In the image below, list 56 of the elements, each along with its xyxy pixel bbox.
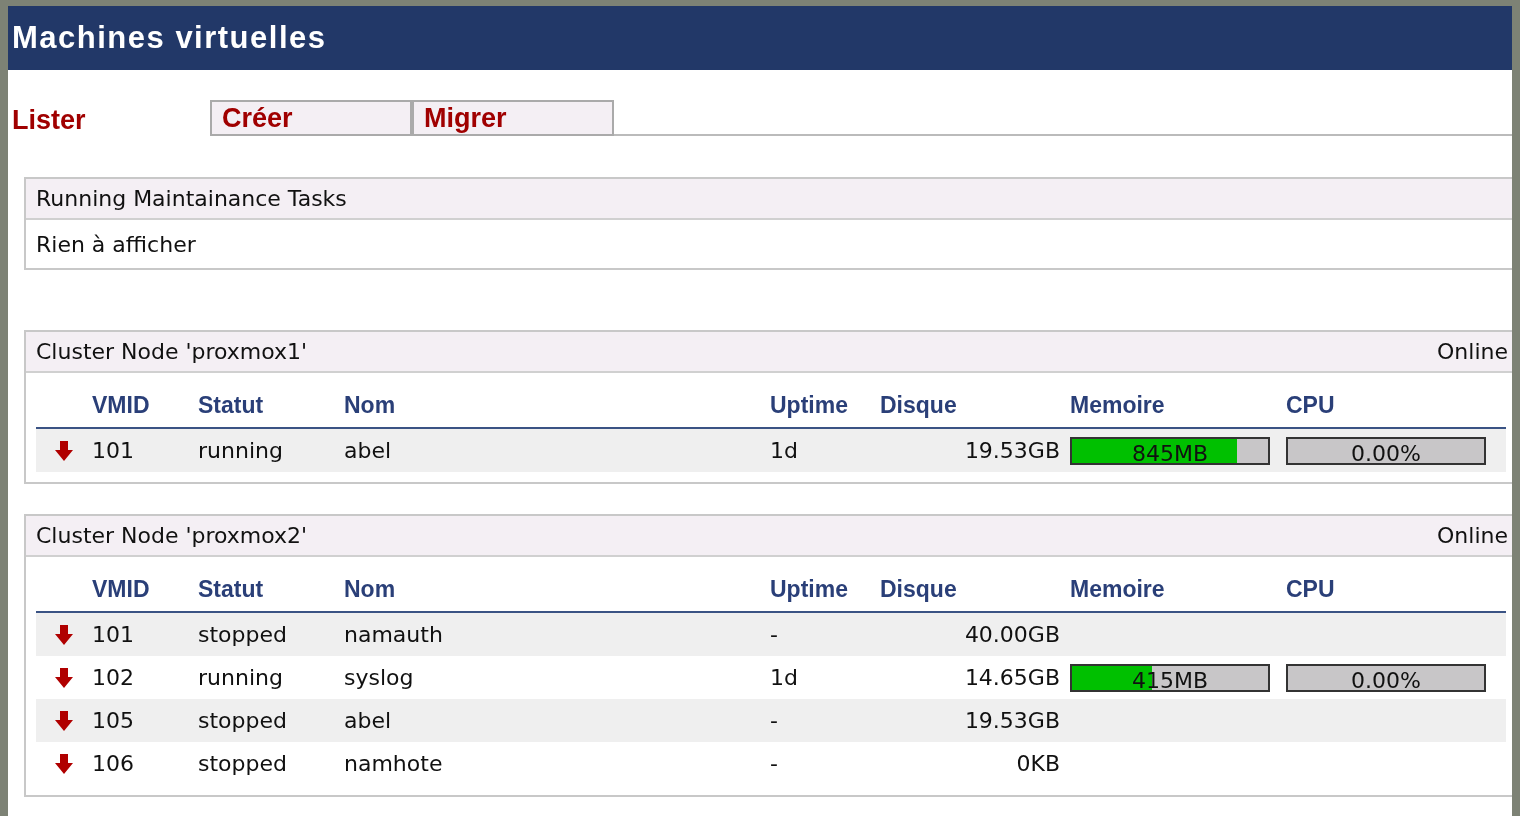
- window-title: Machines virtuelles: [12, 20, 327, 56]
- tab[interactable]: Migrer: [412, 100, 614, 136]
- table-cell-text: abel: [344, 708, 393, 733]
- tab[interactable]: Créer: [210, 100, 412, 136]
- column-header: CPU: [1286, 575, 1336, 603]
- table-cell-text: 40.00GB: [963, 622, 1061, 647]
- table-cell-text: running: [198, 438, 284, 463]
- table-cell-text: stopped: [198, 622, 288, 647]
- cpu-bar: 0.00%: [1286, 436, 1486, 465]
- table-cell-text: namauth: [344, 622, 444, 647]
- table-cell-text: 105: [92, 708, 135, 733]
- node-status: Online: [1437, 339, 1508, 364]
- column-header: Uptime: [770, 575, 849, 603]
- table-cell-text: stopped: [198, 751, 288, 776]
- column-header: Nom: [344, 391, 397, 419]
- cpu-bar: 0.00%: [1286, 663, 1486, 692]
- column-header: Disque: [880, 391, 958, 419]
- table-cell-text: 19.53GB: [963, 438, 1061, 463]
- table-cell-text: stopped: [198, 708, 288, 733]
- table-cell-text: 1d: [770, 438, 799, 463]
- table-cell-text: 101: [92, 438, 135, 463]
- node-status: Online: [1437, 523, 1508, 548]
- memory-bar: 845MB: [1070, 436, 1270, 465]
- arrow-down-icon[interactable]: [54, 623, 74, 646]
- table-cell-text: abel: [344, 438, 393, 463]
- arrow-down-icon[interactable]: [54, 439, 74, 462]
- panel-title: Cluster Node 'proxmox2': [36, 523, 308, 548]
- column-header: Disque: [880, 575, 958, 603]
- panel-title: Cluster Node 'proxmox1': [36, 339, 308, 364]
- table-cell-text: namhote: [344, 751, 444, 776]
- arrow-down-icon[interactable]: [54, 752, 74, 775]
- table-cell-text: -: [770, 751, 779, 776]
- column-header: Uptime: [770, 391, 849, 419]
- table-cell-text: -: [770, 622, 779, 647]
- table-cell-text: 14.65GB: [963, 665, 1061, 690]
- column-header: Nom: [344, 575, 397, 603]
- table-cell-text: 0KB: [1015, 751, 1061, 776]
- column-header: Statut: [198, 391, 265, 419]
- column-header: Memoire: [1070, 575, 1166, 603]
- table-cell-text: 19.53GB: [963, 708, 1061, 733]
- column-header: CPU: [1286, 391, 1336, 419]
- arrow-down-icon[interactable]: [54, 709, 74, 732]
- table-cell-text: 106: [92, 751, 135, 776]
- column-header: Statut: [198, 575, 265, 603]
- column-header: VMID: [92, 391, 151, 419]
- column-header: Memoire: [1070, 391, 1166, 419]
- empty-message: Rien à afficher: [36, 231, 196, 257]
- table-cell-text: 101: [92, 622, 135, 647]
- table-cell-text: 102: [92, 665, 135, 690]
- table-cell-text: 1d: [770, 665, 799, 690]
- column-header: VMID: [92, 575, 151, 603]
- table-cell-text: running: [198, 665, 284, 690]
- panel-title: Running Maintainance Tasks: [36, 186, 347, 211]
- arrow-down-icon[interactable]: [54, 666, 74, 689]
- table-cell-text: -: [770, 708, 779, 733]
- table-cell-text: syslog: [344, 665, 415, 690]
